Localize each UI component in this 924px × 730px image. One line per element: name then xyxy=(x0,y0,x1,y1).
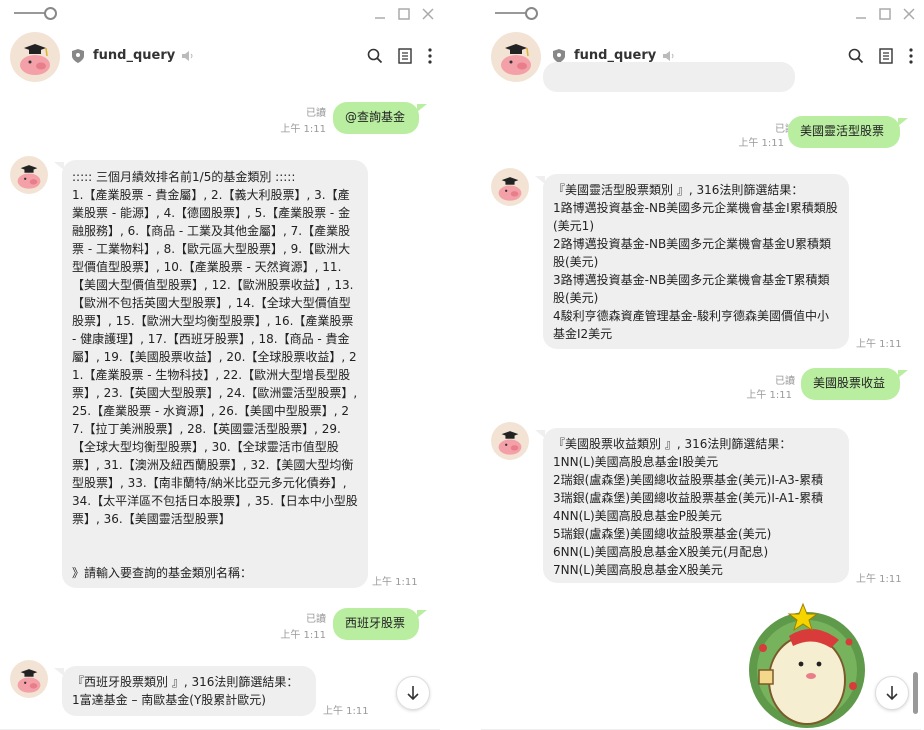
chat-window-left: fund_query 已讀 上午 1:11 @查詢基金::::: 三個月績效排… xyxy=(0,0,440,730)
close-icon[interactable] xyxy=(899,4,919,24)
message-text: 『西班牙股票類別 』, 316法則篩選結果： 1富達基金 – 南歐基金(Y股累計… xyxy=(72,675,299,707)
bubble-tail xyxy=(898,370,908,378)
avatar[interactable] xyxy=(10,660,48,698)
search-icon[interactable] xyxy=(847,47,865,65)
speaker-muted-icon xyxy=(181,48,195,62)
message-time: 上午 1:11 xyxy=(280,124,326,135)
read-receipt: 已讀 xyxy=(306,614,326,625)
message-bubble-sent[interactable]: 美國股票收益 xyxy=(801,368,900,400)
message-time: 上午 1:11 xyxy=(323,706,369,717)
message-time: 上午 1:11 xyxy=(372,577,418,588)
more-icon[interactable] xyxy=(421,47,439,65)
maximize-icon[interactable] xyxy=(875,4,895,24)
chat-header: fund_query xyxy=(0,28,440,84)
message-time: 上午 1:11 xyxy=(856,339,902,350)
message-time: 上午 1:11 xyxy=(280,630,326,641)
search-icon[interactable] xyxy=(366,47,384,65)
message-time: 上午 1:11 xyxy=(746,390,792,401)
scroll-to-bottom-button[interactable] xyxy=(875,676,909,710)
message-text: 『美國靈活型股票類別 』, 316法則篩選結果： 1路博邁投資基金-NB美國多元… xyxy=(553,183,838,341)
shield-icon xyxy=(553,48,565,63)
read-receipt: 已讀 xyxy=(775,376,795,387)
message-bubble-received[interactable]: 『美國股票收益類別 』, 316法則篩選結果： 1NN(L)美國高股息基金I股美… xyxy=(543,428,849,583)
bubble-tail xyxy=(417,610,427,618)
arrow-down-icon xyxy=(886,686,898,701)
scroll-to-bottom-button[interactable] xyxy=(396,676,430,710)
chat-name[interactable]: fund_query xyxy=(93,48,175,63)
read-receipt: 已讀 xyxy=(306,108,326,119)
message-bubble-sent[interactable]: 西班牙股票 xyxy=(333,608,419,640)
notes-icon[interactable] xyxy=(877,47,895,65)
minimize-icon[interactable] xyxy=(851,4,871,24)
avatar[interactable] xyxy=(491,168,529,206)
close-icon[interactable] xyxy=(418,4,438,24)
chat-name[interactable]: fund_query xyxy=(574,48,656,63)
bubble-tail xyxy=(417,104,427,112)
notes-icon[interactable] xyxy=(396,47,414,65)
message-list[interactable]: 已讀 上午 1:11 @查詢基金 ::::: 三個月績效排名前1/5的基金類別 … xyxy=(0,84,440,730)
message-bubble-sent[interactable]: 美國靈活型股票 xyxy=(788,116,900,148)
chat-window-right: fund_query 已讀 上午 1:11 美國靈活型股票 『美國靈活型股票類別… xyxy=(481,0,921,730)
message-text: 美國靈活型股票 xyxy=(800,124,885,138)
avatar[interactable] xyxy=(10,156,48,194)
title-bar xyxy=(481,0,921,28)
sticker-hedgehog[interactable] xyxy=(743,600,871,730)
avatar[interactable] xyxy=(10,32,60,82)
message-bubble-received[interactable]: 『西班牙股票類別 』, 316法則篩選結果： 1富達基金 – 南歐基金(Y股累計… xyxy=(62,666,316,716)
message-text: 『美國股票收益類別 』, 316法則篩選結果： 1NN(L)美國高股息基金I股美… xyxy=(553,437,824,577)
maximize-icon[interactable] xyxy=(394,4,414,24)
message-text: 美國股票收益 xyxy=(813,376,886,390)
message-bubble-received[interactable]: ::::: 三個月績效排名前1/5的基金類別 ::::: 1.【產業股票 - 貴… xyxy=(62,160,368,588)
opacity-slider-track[interactable] xyxy=(14,12,48,14)
message-text: 西班牙股票 xyxy=(345,616,406,630)
bubble-tail xyxy=(898,118,908,126)
opacity-slider-knob[interactable] xyxy=(44,7,57,20)
speaker-muted-icon xyxy=(662,48,676,62)
message-time: 上午 1:11 xyxy=(856,574,902,585)
shield-icon xyxy=(72,48,84,63)
message-time: 上午 1:11 xyxy=(738,138,784,149)
more-icon[interactable] xyxy=(902,47,920,65)
message-text: ::::: 三個月績效排名前1/5的基金類別 ::::: 1.【產業股票 - 貴… xyxy=(72,170,358,580)
title-bar xyxy=(0,0,440,28)
message-bubble-received[interactable]: 『美國靈活型股票類別 』, 316法則篩選結果： 1路博邁投資基金-NB美國多元… xyxy=(543,174,849,349)
opacity-slider-track[interactable] xyxy=(495,12,529,14)
opacity-slider-knob[interactable] xyxy=(525,7,538,20)
message-list[interactable]: 已讀 上午 1:11 美國靈活型股票 『美國靈活型股票類別 』, 316法則篩選… xyxy=(481,62,921,730)
minimize-icon[interactable] xyxy=(370,4,390,24)
arrow-down-icon xyxy=(407,686,419,701)
message-text: @查詢基金 xyxy=(345,110,406,124)
message-bubble-received xyxy=(543,62,795,92)
scrollbar-thumb[interactable] xyxy=(913,672,918,714)
message-bubble-sent[interactable]: @查詢基金 xyxy=(333,102,419,134)
avatar[interactable] xyxy=(491,422,529,460)
avatar[interactable] xyxy=(491,32,541,82)
